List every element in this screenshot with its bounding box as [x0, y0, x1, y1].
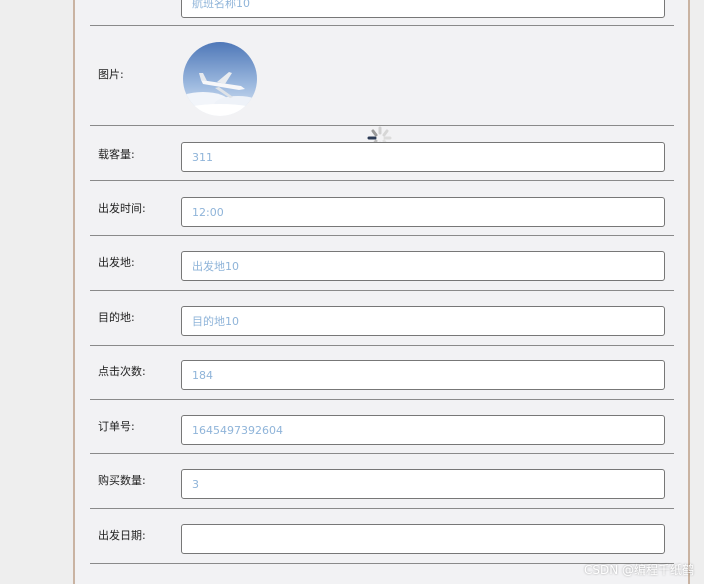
form-row-divider — [90, 125, 674, 181]
form-row-divider — [90, 235, 674, 291]
form-row-divider — [90, 0, 674, 26]
form-row-divider — [90, 508, 674, 564]
form-row-divider — [90, 290, 674, 346]
watermark: CSDN @编程千纸鹤 — [583, 563, 694, 577]
form-row-divider — [90, 180, 674, 236]
form-row-divider — [90, 25, 674, 126]
form-row-divider — [90, 399, 674, 454]
form-row-divider — [90, 453, 674, 509]
form-row-divider — [90, 345, 674, 400]
